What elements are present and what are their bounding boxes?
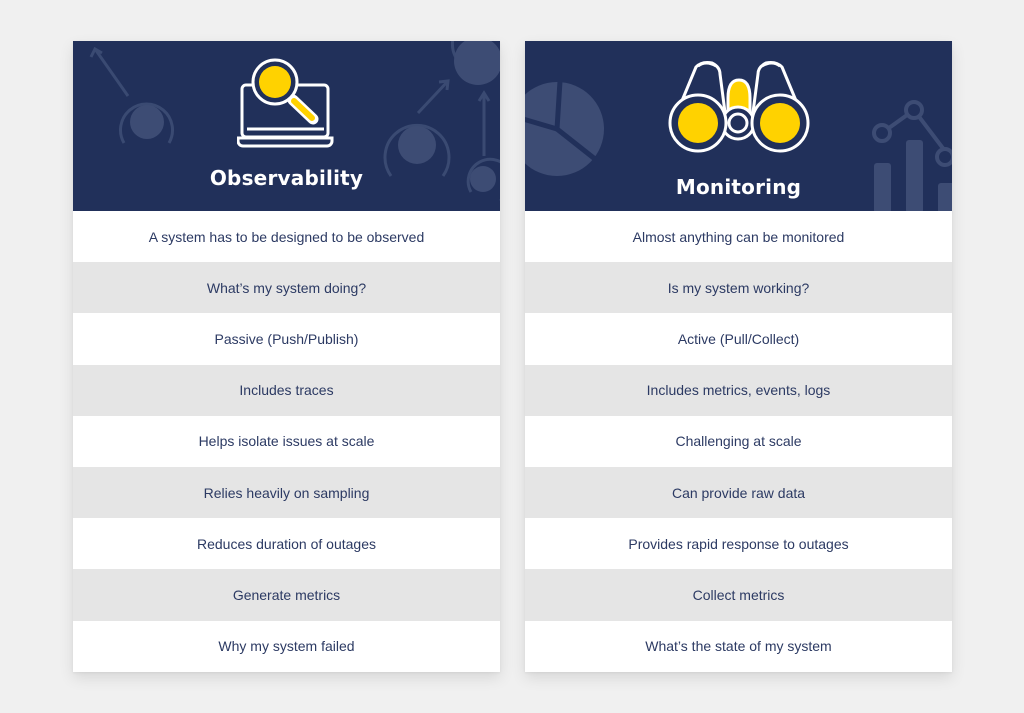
monitoring-list: Almost anything can be monitored Is my s… xyxy=(525,211,952,672)
list-item: Includes traces xyxy=(73,364,500,416)
monitoring-card: Monitoring Almost anything can be monito… xyxy=(525,41,952,672)
list-item: Includes metrics, events, logs xyxy=(525,364,952,416)
list-item: What’s my system doing? xyxy=(73,262,500,314)
observability-header: Observability xyxy=(73,41,500,211)
card-title: Monitoring xyxy=(675,175,802,199)
observability-card: Observability A system has to be designe… xyxy=(73,41,500,672)
list-item: Generate metrics xyxy=(73,569,500,621)
list-item: Why my system failed xyxy=(73,620,500,672)
list-item: Passive (Push/Publish) xyxy=(73,313,500,365)
laptop-magnifier-icon xyxy=(237,58,334,148)
list-item: Provides rapid response to outages xyxy=(525,518,952,570)
list-item: Relies heavily on sampling xyxy=(73,466,500,519)
list-item: Collect metrics xyxy=(525,569,952,621)
card-title: Observability xyxy=(209,166,364,190)
binoculars-icon xyxy=(668,61,810,153)
list-item: A system has to be designed to be observ… xyxy=(73,211,500,263)
observability-list: A system has to be designed to be observ… xyxy=(73,211,500,672)
list-item: Almost anything can be monitored xyxy=(525,211,952,263)
list-item: Is my system working? xyxy=(525,262,952,314)
list-item: Can provide raw data xyxy=(525,466,952,519)
list-item: Active (Pull/Collect) xyxy=(525,313,952,365)
list-item: What’s the state of my system xyxy=(525,620,952,672)
pie-chart-background-icon xyxy=(525,80,604,176)
list-item: Helps isolate issues at scale xyxy=(73,415,500,467)
monitoring-header: Monitoring xyxy=(525,41,952,211)
list-item: Challenging at scale xyxy=(525,415,952,467)
list-item: Reduces duration of outages xyxy=(73,518,500,570)
